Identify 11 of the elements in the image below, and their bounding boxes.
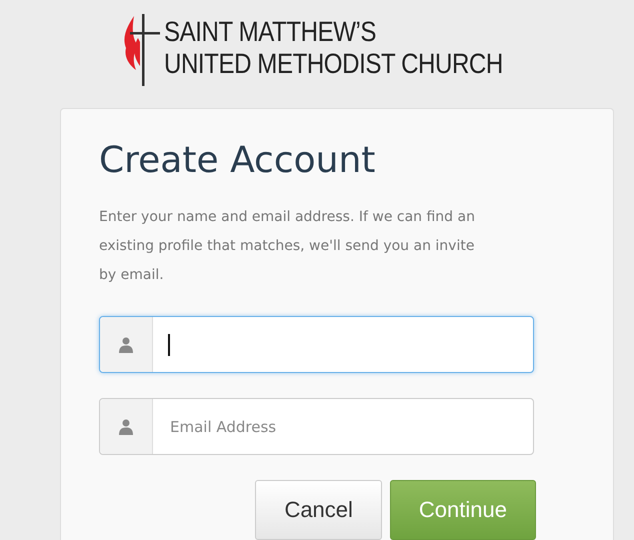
input-field[interactable]: Email Address bbox=[99, 398, 534, 455]
person-icon bbox=[117, 418, 135, 436]
input-field[interactable]: Email Address bbox=[168, 416, 533, 436]
intro-text: Enter your name and email address. If we can find an existing profile that matches, we'll send you an invite by email. bbox=[99, 208, 476, 285]
logo-text: UNITED METHODIST CHURCH bbox=[164, 48, 503, 80]
input-field[interactable] bbox=[99, 316, 534, 373]
person-icon bbox=[117, 336, 135, 354]
card-title: Create Account bbox=[99, 139, 376, 183]
logo-text: SAINT MATTHEW’S bbox=[164, 16, 378, 48]
text-cursor bbox=[168, 334, 170, 356]
cancel-button[interactable]: Cancel bbox=[255, 480, 382, 540]
